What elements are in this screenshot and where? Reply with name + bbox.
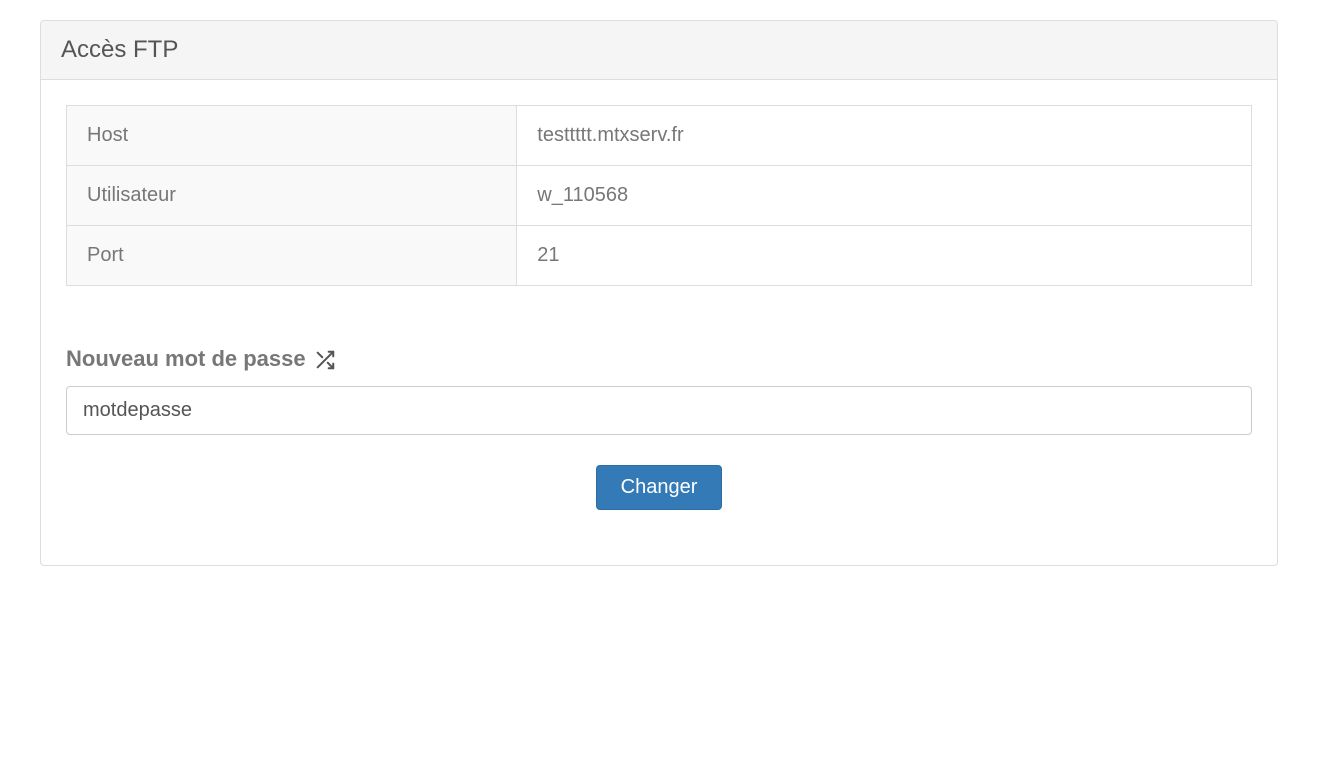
ftp-info-table: Host testtttt.mtxserv.fr Utilisateur w_1… <box>66 105 1252 286</box>
form-actions: Changer <box>66 465 1252 510</box>
ftp-access-panel: Accès FTP Host testtttt.mtxserv.fr Utili… <box>40 20 1278 566</box>
table-row: Utilisateur w_110568 <box>67 166 1252 226</box>
panel-body: Host testtttt.mtxserv.fr Utilisateur w_1… <box>41 80 1277 565</box>
panel-title: Accès FTP <box>61 36 1257 64</box>
password-label-row: Nouveau mot de passe <box>66 346 1252 372</box>
table-row: Host testtttt.mtxserv.fr <box>67 106 1252 166</box>
table-row: Port 21 <box>67 226 1252 286</box>
host-label: Host <box>67 106 517 166</box>
shuffle-icon[interactable] <box>314 347 336 371</box>
password-field-label: Nouveau mot de passe <box>66 346 306 372</box>
password-form: Nouveau mot de passe Changer <box>66 346 1252 510</box>
password-input[interactable] <box>66 386 1252 435</box>
user-value: w_110568 <box>517 166 1252 226</box>
change-button[interactable]: Changer <box>596 465 723 510</box>
port-label: Port <box>67 226 517 286</box>
port-value: 21 <box>517 226 1252 286</box>
host-value: testtttt.mtxserv.fr <box>517 106 1252 166</box>
user-label: Utilisateur <box>67 166 517 226</box>
panel-heading: Accès FTP <box>41 21 1277 80</box>
